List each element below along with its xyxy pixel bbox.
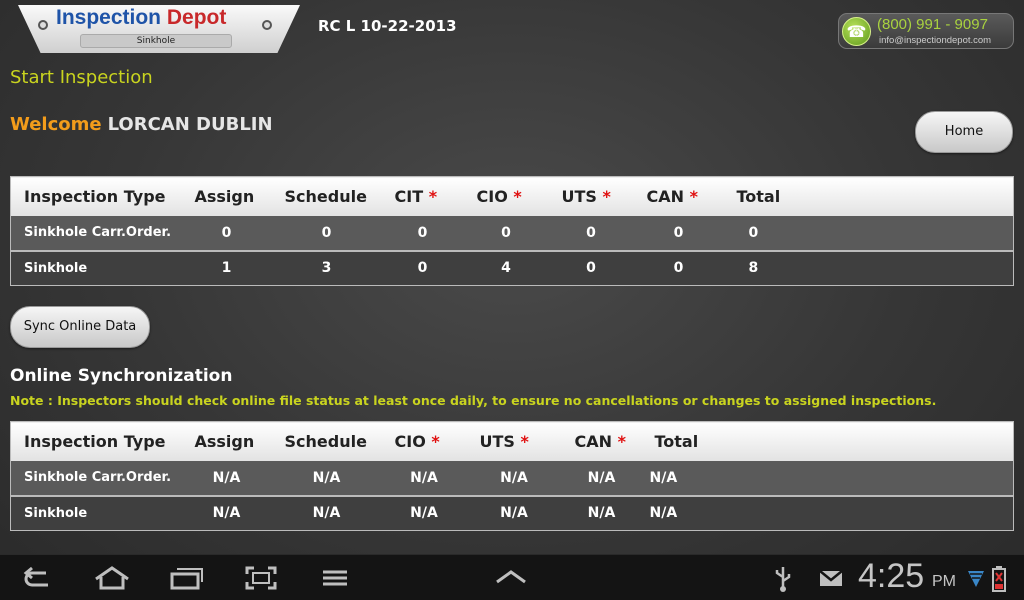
phone-icon[interactable]: ☎ [842, 17, 871, 46]
cell-assign: N/A [181, 494, 272, 531]
cell-schedule: 0 [271, 215, 382, 251]
col-total: Total [641, 421, 1014, 461]
col-cio: CIO * [463, 176, 549, 216]
screw-icon [262, 20, 272, 30]
welcome-line: Welcome LORCAN DUBLIN [10, 114, 273, 135]
cell-schedule: 3 [271, 249, 382, 286]
cell-uts: N/A [466, 460, 562, 496]
logo-subtitle: Sinkhole [80, 34, 232, 48]
table-row[interactable]: Sinkhole 1 3 0 4 0 0 8 [10, 249, 1014, 286]
cell-total: 0 [723, 215, 1014, 251]
home-button[interactable]: Home [915, 111, 1013, 153]
system-nav-bar: 4:25 PM [0, 554, 1024, 600]
cell-can: 0 [633, 249, 724, 286]
clock-time: 4:25 [858, 557, 925, 595]
sync-note: Note : Inspectors should check online fi… [10, 393, 937, 408]
phone-number: (800) 991 - 9097 [877, 16, 988, 33]
cell-cio: N/A [381, 460, 467, 496]
col-schedule: Schedule [271, 176, 382, 216]
cell-cio: N/A [381, 494, 467, 531]
cell-total: N/A [641, 494, 1014, 531]
user-name: LORCAN DUBLIN [107, 114, 273, 135]
col-uts: UTS * [466, 421, 562, 461]
app-logo: Inspection Depot [56, 6, 226, 30]
recent-apps-icon[interactable] [168, 565, 204, 591]
contact-box[interactable]: ☎ (800) 991 - 9097 info@inspectiondepot.… [838, 13, 1014, 49]
usb-icon [775, 567, 791, 592]
inspection-summary-table: Inspection Type Assign Schedule CIT * CI… [10, 176, 1014, 286]
col-assign: Assign [181, 176, 272, 216]
table-header-row: Inspection Type Assign Schedule CIO * UT… [10, 421, 1014, 461]
col-can: CAN * [561, 421, 642, 461]
menu-icon[interactable] [320, 565, 350, 591]
cell-cit: 0 [381, 215, 464, 251]
col-can: CAN * [633, 176, 724, 216]
screw-icon [38, 20, 48, 30]
clock-ampm: PM [932, 573, 956, 590]
app-header: Inspection Depot Sinkhole RC L 10-22-201… [0, 0, 1024, 56]
required-marker: * [428, 186, 438, 206]
online-sync-table: Inspection Type Assign Schedule CIO * UT… [10, 421, 1014, 531]
table-row[interactable]: Sinkhole Carr.Order. 0 0 0 0 0 0 0 [10, 215, 1014, 251]
cell-total: N/A [641, 460, 1014, 496]
row-type: Sinkhole [10, 494, 182, 531]
cell-cio: 4 [463, 249, 549, 286]
required-marker: * [617, 431, 626, 451]
wifi-icon [968, 571, 984, 587]
col-inspection-type: Inspection Type [10, 176, 182, 216]
cell-cio: 0 [463, 215, 549, 251]
email-address: info@inspectiondepot.com [879, 35, 992, 46]
table-row[interactable]: Sinkhole N/A N/A N/A N/A N/A N/A [10, 494, 1014, 531]
table-row[interactable]: Sinkhole Carr.Order. N/A N/A N/A N/A N/A… [10, 460, 1014, 496]
welcome-label: Welcome [10, 114, 102, 135]
cell-uts: 0 [548, 215, 634, 251]
col-schedule: Schedule [271, 421, 382, 461]
cell-uts: 0 [548, 249, 634, 286]
version-label: RC L 10-22-2013 [318, 17, 457, 35]
cell-assign: N/A [181, 460, 272, 496]
row-type: Sinkhole Carr.Order. [10, 460, 182, 496]
row-type: Sinkhole [10, 249, 182, 286]
table-header-row: Inspection Type Assign Schedule CIT * CI… [10, 176, 1014, 216]
required-marker: * [689, 186, 698, 206]
home-icon[interactable] [92, 565, 132, 591]
section-title: Online Synchronization [10, 366, 233, 386]
cell-cit: 0 [381, 249, 464, 286]
cell-schedule: N/A [271, 494, 382, 531]
required-marker: * [431, 431, 440, 451]
required-marker: * [513, 186, 522, 206]
col-inspection-type: Inspection Type [10, 421, 182, 461]
logo-part2: Depot [166, 6, 227, 29]
cell-uts: N/A [466, 494, 562, 531]
required-marker: * [602, 186, 611, 206]
screenshot-icon[interactable] [244, 565, 278, 591]
row-type: Sinkhole Carr.Order. [10, 215, 182, 251]
cell-schedule: N/A [271, 460, 382, 496]
cell-assign: 1 [181, 249, 272, 286]
sync-online-data-button[interactable]: Sync Online Data [10, 306, 150, 348]
cell-can: 0 [633, 215, 724, 251]
cell-total: 8 [723, 249, 1014, 286]
col-cit: CIT * [381, 176, 464, 216]
logo-part1: Inspection [56, 6, 162, 29]
up-chevron-icon[interactable] [494, 567, 528, 587]
battery-icon [992, 566, 1006, 592]
cell-assign: 0 [181, 215, 272, 251]
col-uts: UTS * [548, 176, 634, 216]
col-total: Total [723, 176, 1014, 216]
cell-can: N/A [561, 494, 642, 531]
cell-can: N/A [561, 460, 642, 496]
back-icon[interactable] [22, 565, 54, 591]
required-marker: * [520, 431, 529, 451]
col-assign: Assign [181, 421, 272, 461]
gmail-icon [819, 570, 843, 586]
page-title: Start Inspection [10, 67, 153, 88]
col-cio: CIO * [381, 421, 467, 461]
